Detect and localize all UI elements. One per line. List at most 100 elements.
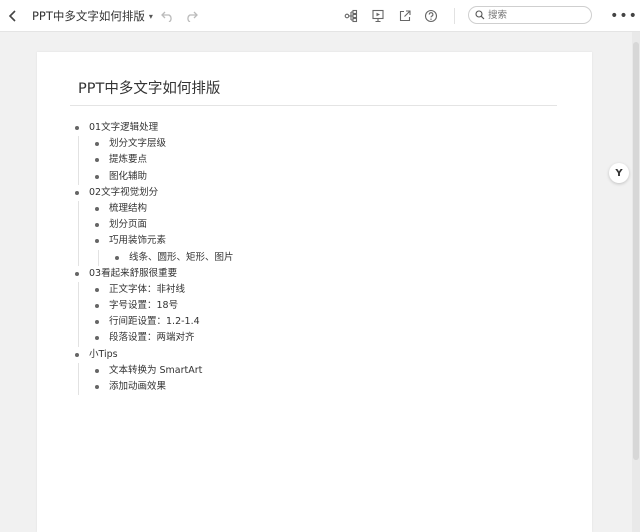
toolbar: PPT中多文字如何排版 ▾ 搜索 ••• <box>0 0 640 32</box>
outline-node: 02文字视觉划分 梳理结构 划分页面 巧用装饰元素 线条、圆形、矩形、图片 <box>75 185 577 266</box>
more-button[interactable]: ••• <box>610 0 637 32</box>
outline-row[interactable]: 正文字体：非衬线 <box>77 282 577 298</box>
outline-node: 小Tips 文本转换为 SmartArt 添加动画效果 <box>75 347 577 396</box>
undo-icon <box>161 11 172 22</box>
outline-node: 线条、圆形、矩形、图片 <box>77 250 577 266</box>
doc-title-dropdown[interactable]: PPT中多文字如何排版 ▾ <box>32 0 153 32</box>
outline-text: 行间距设置：1.2-1.4 <box>109 316 200 328</box>
outline-row[interactable]: 划分页面 <box>77 217 577 233</box>
bullet-icon[interactable] <box>75 126 79 130</box>
outline-row[interactable]: 梳理结构 <box>77 201 577 217</box>
bullet-icon[interactable] <box>95 158 99 163</box>
redo-button[interactable] <box>183 0 199 32</box>
bullet-icon[interactable] <box>95 239 99 244</box>
outline-tree: 01文字逻辑处理 划分文字层级 提炼要点 图化辅助 02文字视觉划分 梳理结构 … <box>75 120 577 396</box>
outline-row[interactable]: 段落设置：两端对齐 <box>77 330 577 346</box>
outline-node: 梳理结构 <box>77 201 577 217</box>
bullet-icon[interactable] <box>95 142 99 147</box>
present-icon <box>372 9 384 23</box>
structure-button[interactable] <box>343 0 359 32</box>
outline-row[interactable]: 03看起来舒服很重要 <box>75 266 577 282</box>
outline-text: 03看起来舒服很重要 <box>89 267 178 279</box>
redo-icon <box>187 11 198 22</box>
outline-node: 01文字逻辑处理 划分文字层级 提炼要点 图化辅助 <box>75 120 577 185</box>
outline-node: 添加动画效果 <box>77 379 577 395</box>
outline-children: 文本转换为 SmartArt 添加动画效果 <box>77 362 577 396</box>
document-page: PPT中多文字如何排版 01文字逻辑处理 划分文字层级 提炼要点 图化辅助 02… <box>37 52 592 532</box>
bullet-icon[interactable] <box>95 385 99 389</box>
assistant-icon: Y <box>615 167 623 179</box>
outline-text: 线条、圆形、矩形、图片 <box>129 251 234 263</box>
outline-node: 字号设置：18号 <box>77 298 577 314</box>
chevron-down-icon: ▾ <box>148 11 153 21</box>
bullet-icon[interactable] <box>95 287 99 292</box>
bullet-icon[interactable] <box>95 336 99 341</box>
scrollbar-thumb[interactable] <box>633 42 639 460</box>
outline-node: 文本转换为 SmartArt <box>77 363 577 379</box>
bullet-icon[interactable] <box>95 320 99 325</box>
outline-node: 行间距设置：1.2-1.4 <box>77 314 577 330</box>
outline-text: 划分文字层级 <box>109 138 167 150</box>
outline-text: 小Tips <box>89 348 118 360</box>
outline-text: 文本转换为 SmartArt <box>109 364 203 376</box>
bullet-icon[interactable] <box>95 206 99 211</box>
outline-row[interactable]: 02文字视觉划分 <box>75 185 577 201</box>
outline-text: 巧用装饰元素 <box>109 235 167 247</box>
doc-title: PPT中多文字如何排版 <box>32 9 145 23</box>
outline-row[interactable]: 小Tips <box>75 347 577 363</box>
bullet-icon[interactable] <box>75 271 79 276</box>
outline-row[interactable]: 划分文字层级 <box>77 136 577 152</box>
bullet-icon[interactable] <box>115 255 119 260</box>
outline-text: 字号设置：18号 <box>109 300 179 312</box>
help-button[interactable] <box>423 0 439 32</box>
toolbar-divider <box>454 8 455 24</box>
outline-node: 03看起来舒服很重要 正文字体：非衬线 字号设置：18号 行间距设置：1.2-1… <box>75 266 577 347</box>
more-icon: ••• <box>610 8 638 24</box>
outline-text: 01文字逻辑处理 <box>89 122 159 133</box>
outline-node: 正文字体：非衬线 <box>77 282 577 298</box>
outline-text: 添加动画效果 <box>109 381 167 392</box>
search-input[interactable] <box>488 8 584 22</box>
outline-row[interactable]: 巧用装饰元素 <box>77 233 577 249</box>
outline-row[interactable]: 图化辅助 <box>77 169 577 185</box>
outline-node: 提炼要点 <box>77 152 577 168</box>
title-divider <box>70 105 557 106</box>
outline-text: 正文字体：非衬线 <box>109 283 186 295</box>
page-title[interactable]: PPT中多文字如何排版 <box>78 77 220 98</box>
bullet-icon[interactable] <box>95 174 99 179</box>
export-button[interactable] <box>397 0 413 32</box>
outline-node: 巧用装饰元素 线条、圆形、矩形、图片 <box>77 233 577 266</box>
outline-text: 段落设置：两端对齐 <box>109 332 195 344</box>
outline-children: 划分文字层级 提炼要点 图化辅助 <box>77 136 577 185</box>
outline-text: 图化辅助 <box>109 170 148 182</box>
outline-row[interactable]: 行间距设置：1.2-1.4 <box>77 314 577 330</box>
bullet-icon[interactable] <box>95 223 99 228</box>
undo-button[interactable] <box>160 0 176 32</box>
outline-text: 梳理结构 <box>109 202 148 214</box>
outline-children: 正文字体：非衬线 字号设置：18号 行间距设置：1.2-1.4 段落设置：两端对… <box>77 281 577 347</box>
side-assistant-button[interactable]: Y <box>609 163 629 183</box>
chevron-left-icon <box>8 10 16 22</box>
outline-children: 线条、圆形、矩形、图片 <box>77 249 577 266</box>
outline-node: 划分文字层级 <box>77 136 577 152</box>
search-box[interactable] <box>468 6 592 24</box>
outline-row[interactable]: 01文字逻辑处理 <box>75 120 577 136</box>
outline-text: 划分页面 <box>109 219 148 231</box>
back-button[interactable] <box>4 0 22 32</box>
outline-node: 段落设置：两端对齐 <box>77 330 577 346</box>
bullet-icon[interactable] <box>75 352 79 357</box>
bullet-icon[interactable] <box>75 190 79 195</box>
outline-row[interactable]: 文本转换为 SmartArt <box>77 363 577 379</box>
outline-text: 提炼要点 <box>109 154 148 166</box>
bullet-icon[interactable] <box>95 304 99 309</box>
search-icon <box>475 10 485 20</box>
outline-row[interactable]: 线条、圆形、矩形、图片 <box>77 250 577 266</box>
outline-row[interactable]: 添加动画效果 <box>77 379 577 395</box>
bullet-icon[interactable] <box>95 368 99 373</box>
outline-node: 图化辅助 <box>77 169 577 185</box>
outline-text: 02文字视觉划分 <box>89 186 159 198</box>
outline-row[interactable]: 提炼要点 <box>77 152 577 168</box>
outline-children: 梳理结构 划分页面 巧用装饰元素 线条、圆形、矩形、图片 <box>77 200 577 266</box>
outline-row[interactable]: 字号设置：18号 <box>77 298 577 314</box>
present-button[interactable] <box>370 0 386 32</box>
